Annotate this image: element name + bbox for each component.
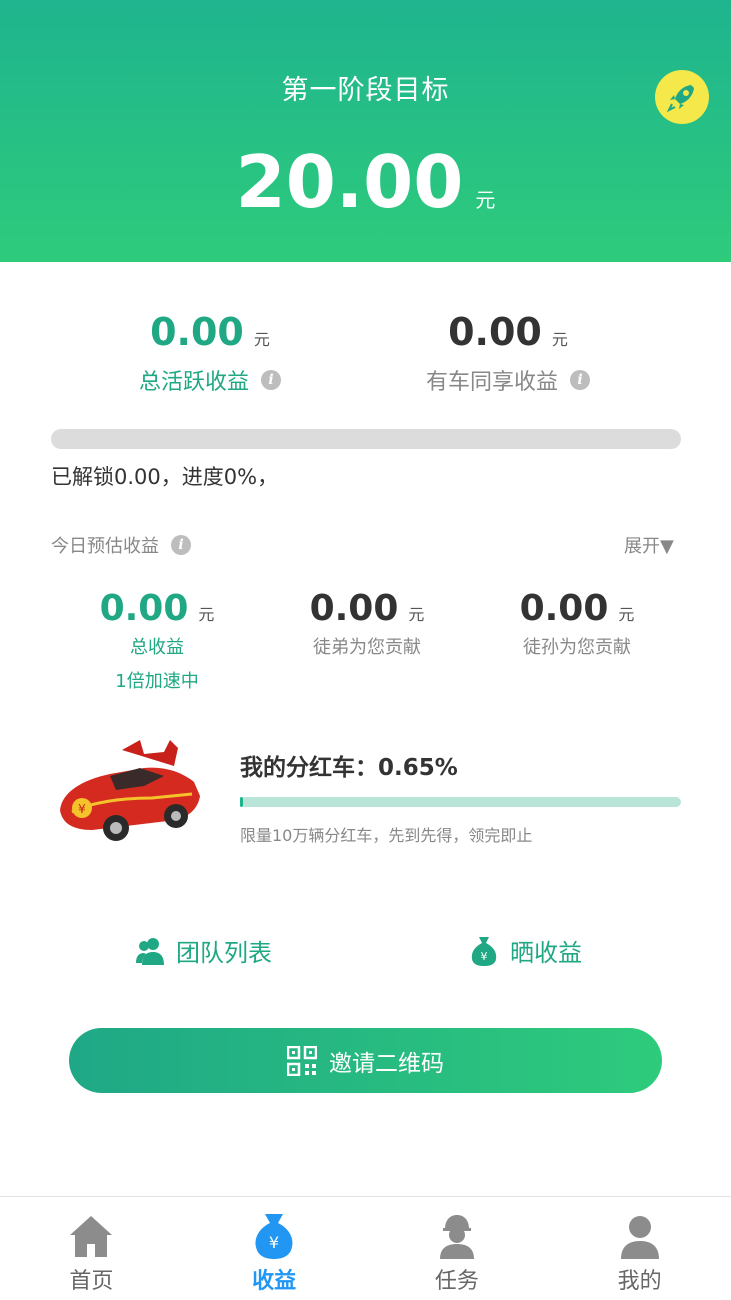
rocket-button[interactable] [655, 70, 709, 124]
car-shared-unit: 元 [551, 330, 568, 349]
today-total-earnings: 0.00 元 总收益 1倍加速中 [52, 588, 262, 693]
money-bag-icon: ¥ [255, 1214, 293, 1259]
share-earnings-label: 晒收益 [510, 939, 582, 967]
team-list-label: 团队列表 [176, 939, 272, 967]
tab-earnings-label: 收益 [252, 1269, 297, 1294]
stage-amount-block: 20.00 元 [0, 140, 731, 224]
info-icon[interactable]: i [171, 535, 191, 555]
info-icon[interactable]: i [570, 370, 590, 390]
total-active-value: 0.00 [150, 310, 244, 354]
apprentice-unit: 元 [408, 605, 425, 624]
today-estimate-heading: 今日预估收益 i [51, 532, 191, 558]
total-active-label: 总活跃收益 [138, 370, 249, 395]
car-shared-label-row: 有车同享收益 i [358, 364, 658, 396]
stage-title: 第一阶段目标 [281, 75, 450, 106]
svg-text:¥: ¥ [269, 1233, 279, 1252]
rocket-icon [666, 85, 694, 113]
car-shared-label: 有车同享收益 [425, 370, 558, 395]
qr-code-icon [287, 1045, 317, 1076]
dividend-car-note: 限量10万辆分红车，先到先得，领完即止 [240, 826, 533, 845]
today-total-unit: 元 [198, 605, 215, 624]
tab-tasks-label: 任务 [434, 1269, 479, 1294]
money-bag-icon: ¥ [471, 936, 497, 966]
dividend-car-image: ¥ [60, 740, 200, 841]
grand-apprentice-contribution: 0.00 元 徒孙为您贡献 [472, 588, 682, 659]
stage-header: 第一阶段目标 20.00 元 [0, 0, 731, 262]
apprentice-contribution: 0.00 元 徒弟为您贡献 [262, 588, 472, 659]
expand-toggle[interactable]: 展开▼ [624, 532, 674, 558]
boost-status: 1倍加速中 [115, 671, 199, 692]
today-total-value: 0.00 [99, 588, 189, 629]
total-active-earnings: 0.00 元 总活跃收益 i [60, 310, 360, 396]
unlock-status-text: 已解锁0.00，进度0%， [51, 465, 279, 489]
svg-text:¥: ¥ [78, 802, 86, 816]
tab-earnings[interactable]: ¥ 收益 [183, 1197, 366, 1300]
car-shared-value: 0.00 [448, 310, 542, 354]
stage-amount: 20.00 [235, 140, 464, 224]
total-active-unit: 元 [253, 330, 270, 349]
grand-apprentice-value: 0.00 [519, 588, 609, 629]
grand-apprentice-unit: 元 [618, 605, 635, 624]
dividend-car-title: 我的分红车：0.65% [240, 755, 458, 781]
user-icon [620, 1216, 659, 1259]
team-list-button[interactable]: 团队列表 [136, 933, 272, 968]
worker-icon [439, 1215, 474, 1259]
home-icon [70, 1216, 113, 1257]
invite-qr-label: 邀请二维码 [329, 1050, 444, 1077]
apprentice-value: 0.00 [309, 588, 399, 629]
grand-apprentice-label: 徒孙为您贡献 [523, 637, 631, 658]
team-icon [136, 937, 164, 965]
share-earnings-button[interactable]: ¥ 晒收益 [470, 933, 582, 968]
stage-unit: 元 [475, 188, 496, 212]
tab-mine[interactable]: 我的 [548, 1197, 731, 1300]
dividend-car-progress-bar [240, 797, 681, 807]
tab-mine-label: 我的 [617, 1269, 662, 1294]
svg-text:¥: ¥ [481, 950, 488, 963]
today-estimate-label: 今日预估收益 [51, 536, 159, 557]
today-total-label: 总收益 [130, 637, 184, 658]
tab-home-label: 首页 [69, 1269, 114, 1294]
info-icon[interactable]: i [261, 370, 281, 390]
tab-tasks[interactable]: 任务 [366, 1197, 549, 1300]
total-active-label-row: 总活跃收益 i [60, 364, 360, 396]
unlock-progress-bar [51, 429, 681, 449]
dividend-car-progress-fill [240, 797, 243, 807]
car-shared-earnings: 0.00 元 有车同享收益 i [358, 310, 658, 396]
invite-qr-button[interactable]: 邀请二维码 [69, 1028, 662, 1093]
bottom-tab-bar: 首页 ¥ 收益 任务 我的 [0, 1196, 731, 1300]
tab-home[interactable]: 首页 [0, 1197, 183, 1300]
apprentice-label: 徒弟为您贡献 [313, 637, 421, 658]
